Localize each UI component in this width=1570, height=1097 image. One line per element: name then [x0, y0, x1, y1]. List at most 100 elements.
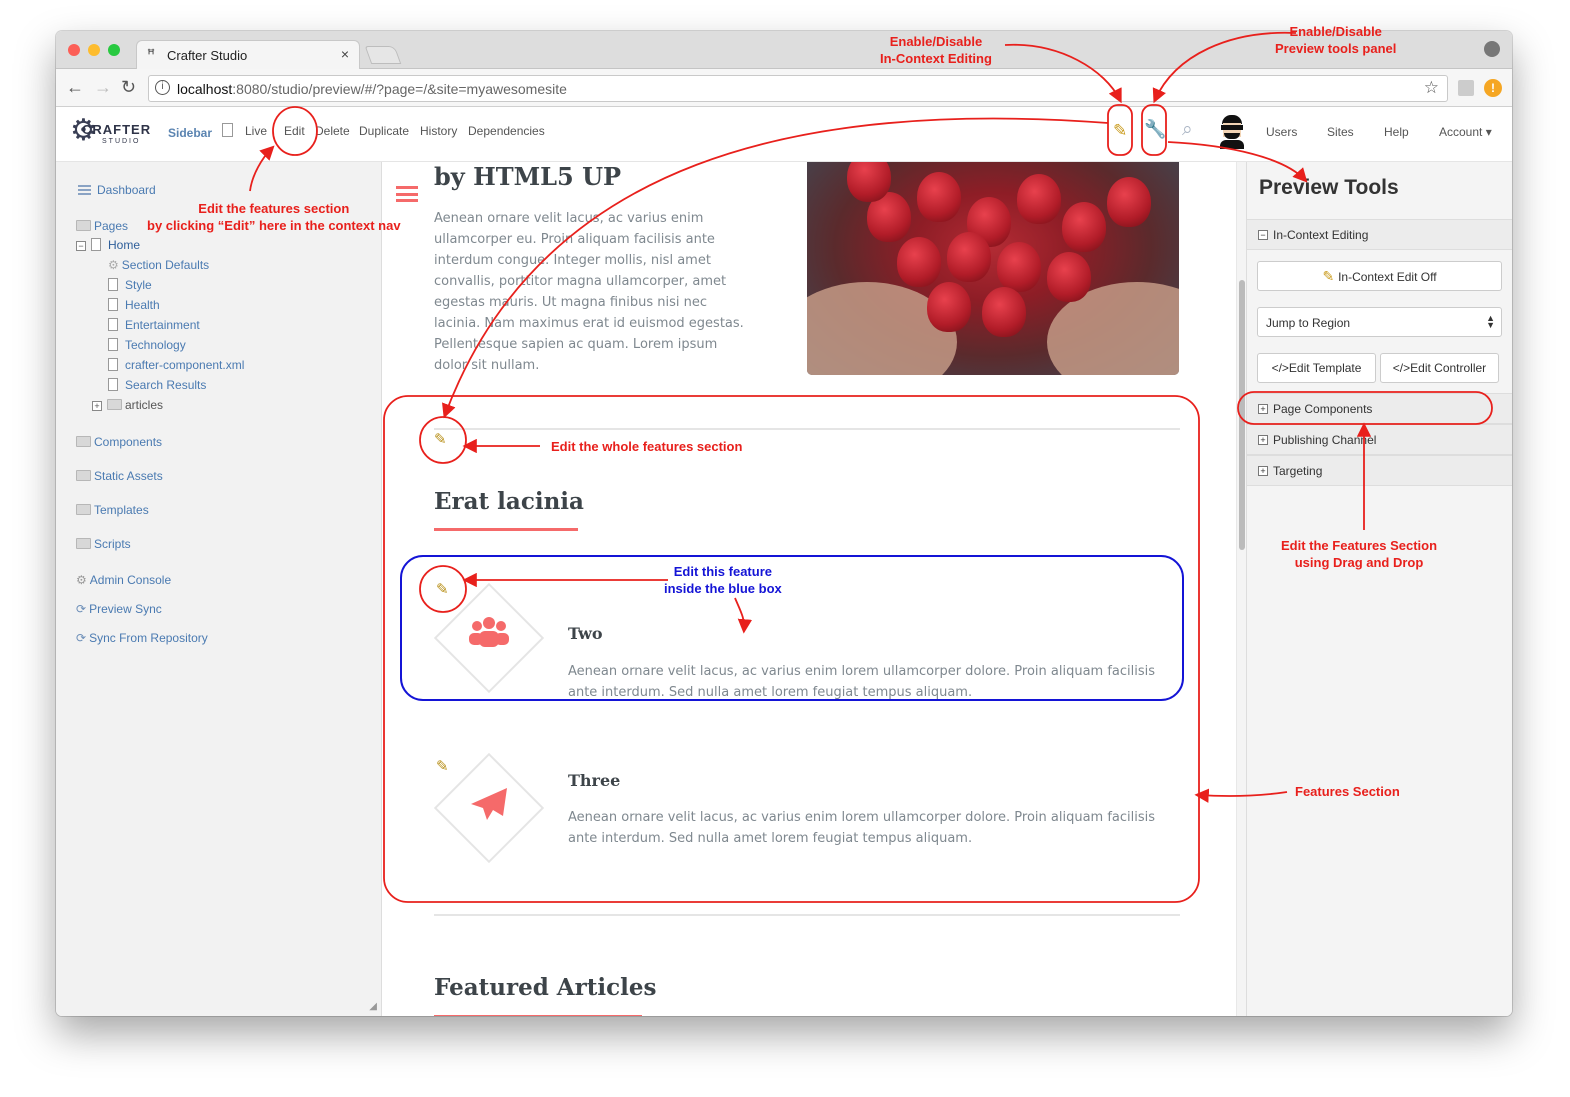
info-icon[interactable]: i [155, 80, 170, 95]
feature-text: Aenean ornare velit lacus, ac varius eni… [568, 664, 1156, 700]
preview-tools-panel: Preview Tools − In-Context Editing ✎ In-C… [1246, 162, 1512, 1016]
in-context-edit-toggle-pencil-icon[interactable]: ✎ [1113, 121, 1127, 141]
edit-feature-pencil-icon[interactable]: ✎ [436, 757, 449, 775]
address-bar: ← → ↻ i localhost:8080/studio/preview/#/… [56, 69, 1512, 107]
edit-feature-pencil-icon[interactable]: ✎ [436, 580, 449, 598]
nav-duplicate[interactable]: Duplicate [359, 124, 409, 138]
browser-tab[interactable]: ꟸ Crafter Studio × [136, 40, 360, 69]
nav-dependencies[interactable]: Dependencies [468, 124, 545, 138]
page-icon [108, 338, 118, 351]
nav-sites[interactable]: Sites [1327, 125, 1354, 139]
resize-handle-icon[interactable]: ◢ [369, 1001, 377, 1012]
users-icon [459, 614, 519, 659]
tab-title: Crafter Studio [167, 48, 248, 63]
page-icon [108, 278, 118, 291]
features-heading: Erat lacinia [434, 488, 584, 515]
expand-icon: + [1258, 404, 1268, 414]
section-divider [434, 914, 1180, 916]
page-icon [108, 298, 118, 311]
sidebar-item-dashboard[interactable]: Dashboard [78, 183, 156, 197]
nav-users[interactable]: Users [1266, 125, 1297, 139]
folder-icon [76, 220, 91, 231]
notification-extension-icon[interactable]: ! [1484, 79, 1502, 97]
crafter-favicon-icon: ꟸ [147, 46, 156, 62]
tree-item-articles[interactable]: + articles [92, 398, 163, 412]
tree-item-section-defaults[interactable]: ⚙ Section Defaults [108, 258, 209, 272]
pencil-icon: ✎ [1322, 268, 1339, 284]
section-publishing-channel[interactable]: + Publishing Channel [1247, 424, 1512, 455]
sidebar-item-scripts[interactable]: Scripts [76, 537, 131, 551]
minimize-window-button[interactable] [88, 44, 100, 56]
sidebar-item-preview-sync[interactable]: ⟳ Preview Sync [76, 602, 162, 616]
tab-close-icon[interactable]: × [341, 46, 349, 62]
nav-history[interactable]: History [420, 124, 457, 138]
reload-icon[interactable]: ↻ [121, 77, 136, 98]
tree-item-crafter-component[interactable]: crafter-component.xml [108, 358, 244, 372]
sidebar-toggle[interactable]: Sidebar [168, 126, 212, 140]
preview-tools-wrench-icon[interactable]: 🔧 [1144, 119, 1166, 140]
tree-item-technology[interactable]: Technology [108, 338, 186, 352]
annotation-edit-feature: Edit this feature inside the blue box [664, 564, 782, 596]
tree-item-health[interactable]: Health [108, 298, 160, 312]
section-divider [434, 428, 1180, 430]
tree-item-entertainment[interactable]: Entertainment [108, 318, 200, 332]
strawberries-image [807, 162, 1179, 375]
tree-item-home[interactable]: − Home [76, 238, 140, 252]
back-arrow-icon[interactable]: ← [66, 77, 84, 98]
annotation-features-section: Features Section [1295, 784, 1400, 799]
expand-icon: + [92, 401, 102, 411]
close-window-button[interactable] [68, 44, 80, 56]
nav-help[interactable]: Help [1384, 125, 1409, 139]
collapse-icon: − [76, 241, 86, 251]
edit-template-button[interactable]: </>Edit Template [1257, 353, 1376, 383]
page-icon [222, 123, 233, 137]
section-in-context-editing[interactable]: − In-Context Editing [1247, 219, 1512, 250]
maximize-window-button[interactable] [108, 44, 120, 56]
site-byline: by HTML5 UP [434, 162, 622, 191]
page-icon [108, 318, 118, 331]
section-page-components[interactable]: + Page Components [1247, 393, 1512, 424]
sidebar-item-sync-from-repository[interactable]: ⟳ Sync From Repository [76, 631, 208, 645]
profile-icon[interactable] [1484, 41, 1500, 57]
in-context-edit-button[interactable]: ✎ In-Context Edit Off [1257, 261, 1502, 291]
folder-icon [107, 399, 122, 410]
url-input[interactable]: i localhost:8080/studio/preview/#/?page=… [148, 75, 1448, 102]
sidebar-item-admin-console[interactable]: ⚙ Admin Console [76, 573, 171, 587]
annotation-edit-whole: Edit the whole features section [551, 439, 743, 454]
featured-articles-heading: Featured Articles [434, 974, 657, 1001]
sidebar-item-pages[interactable]: Pages [76, 219, 128, 233]
nav-live[interactable]: Live [245, 124, 267, 138]
preview-scrollbar[interactable] [1236, 162, 1246, 1016]
tree-item-style[interactable]: Style [108, 278, 152, 292]
forward-arrow-icon[interactable]: → [94, 77, 112, 98]
edit-controller-button[interactable]: </>Edit Controller [1380, 353, 1499, 383]
annotation-toggle-tools: Enable/Disable Preview tools panel [1275, 24, 1397, 56]
avatar[interactable] [1219, 115, 1245, 149]
folder-icon [76, 504, 91, 515]
nav-edit[interactable]: Edit [284, 124, 305, 138]
nav-delete[interactable]: Delete [315, 124, 350, 138]
section-targeting[interactable]: + Targeting [1247, 455, 1512, 486]
search-icon[interactable]: ⌕ [1182, 119, 1193, 141]
select-arrows-icon: ▲ ▼ [1486, 313, 1495, 330]
feature-text: Aenean ornare velit lacus, ac varius eni… [568, 810, 1156, 846]
annotation-toggle-in-context: Enable/Disable In-Context Editing [880, 34, 992, 66]
gear-icon: ⚙ [108, 258, 119, 272]
sidebar-item-templates[interactable]: Templates [76, 503, 149, 517]
extension-icon[interactable] [1458, 80, 1474, 96]
sidebar-item-components[interactable]: Components [76, 435, 162, 449]
bookmark-star-icon[interactable]: ☆ [1424, 78, 1439, 98]
folder-icon [76, 436, 91, 447]
sidebar-item-static-assets[interactable]: Static Assets [76, 469, 163, 483]
nav-account[interactable]: Account ▾ [1439, 125, 1492, 139]
folder-icon [76, 538, 91, 549]
jump-to-region-select[interactable]: Jump to Region ▲ ▼ [1257, 307, 1502, 337]
edit-features-section-pencil-icon[interactable]: ✎ [434, 430, 447, 448]
crafter-logo[interactable]: ⚙ CRAFTER STUDIO [70, 113, 150, 153]
expand-icon: + [1258, 435, 1268, 445]
heading-underline [434, 528, 578, 531]
tree-item-search-results[interactable]: Search Results [108, 378, 206, 392]
new-tab-button[interactable] [364, 46, 402, 64]
paper-plane-icon [459, 786, 519, 831]
heading-underline [434, 1015, 642, 1016]
